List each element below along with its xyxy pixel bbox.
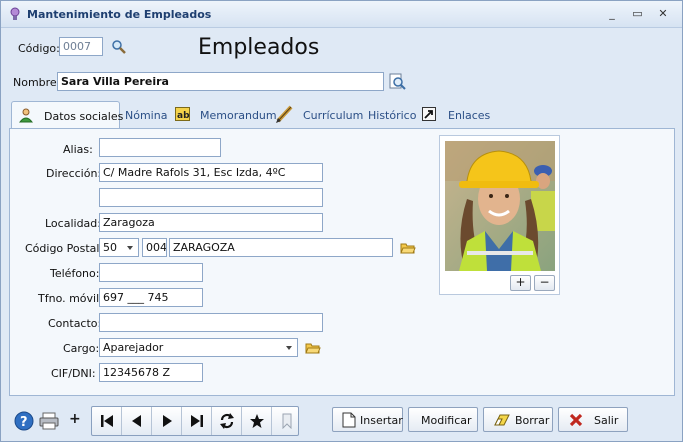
nombre-input[interactable]: Sara Villa Pereira: [57, 72, 384, 91]
page-title: Empleados: [198, 35, 320, 60]
photo-frame: + −: [439, 135, 560, 295]
person-icon: [19, 108, 33, 123]
provincia-select[interactable]: 50: [99, 238, 139, 257]
tab-label: Enlaces: [448, 109, 491, 122]
movil-input[interactable]: 697 ___ 745: [99, 288, 203, 307]
folder-icon[interactable]: [400, 241, 416, 255]
window-title: Mantenimiento de Empleados: [27, 8, 212, 21]
movil-label: Tfno. móvil:: [38, 292, 103, 305]
folder-icon[interactable]: [305, 341, 321, 355]
add-button[interactable]: +: [69, 411, 81, 427]
codigo-input[interactable]: 0007: [59, 37, 103, 56]
previous-record-button[interactable]: [122, 407, 152, 435]
poblacion-input[interactable]: ZARAGOZA: [169, 238, 393, 257]
minimize-button[interactable]: _: [601, 6, 623, 22]
direccion-label: Dirección:: [46, 167, 102, 180]
last-icon: [191, 415, 203, 427]
tab-label: Currículum: [303, 109, 364, 122]
bookmark-button[interactable]: [272, 407, 299, 435]
alias-label: Alias:: [63, 143, 93, 156]
tab-datos-sociales[interactable]: Datos sociales: [11, 101, 124, 129]
refresh-button[interactable]: [212, 407, 242, 435]
next-icon: [163, 415, 172, 427]
search-document-icon[interactable]: [389, 73, 407, 91]
window-controls: _ ▭ ✕: [601, 6, 674, 22]
close-button[interactable]: ✕: [652, 6, 674, 22]
first-icon: [101, 415, 113, 427]
cif-label: CIF/DNI:: [51, 367, 96, 380]
direccion-input[interactable]: C/ Madre Rafols 31, Esc Izda, 4ºC: [99, 163, 323, 182]
help-icon[interactable]: ?: [14, 411, 34, 431]
new-document-icon: [342, 412, 356, 428]
refresh-icon: [220, 413, 234, 429]
direccion2-input[interactable]: [99, 188, 323, 207]
search-icon[interactable]: [111, 39, 127, 55]
contacto-label: Contacto:: [48, 317, 102, 330]
telefono-label: Teléfono:: [50, 267, 100, 280]
star-icon: [250, 414, 264, 428]
eraser-icon: [494, 414, 510, 426]
tab-nomina[interactable]: Nómina: [125, 101, 175, 129]
tab-memorandum[interactable]: ab Memorandum: [175, 101, 277, 129]
ab-text-icon: ab: [175, 107, 190, 121]
svg-text:?: ?: [20, 415, 28, 430]
tab-bar: Datos sociales Nómina ab Memorandum Curr…: [9, 101, 675, 129]
tab-label: Memorandum: [200, 109, 277, 122]
tab-label: Datos sociales: [44, 110, 124, 123]
cargo-label: Cargo:: [63, 342, 100, 355]
employee-photo: [445, 141, 555, 271]
last-record-button[interactable]: [182, 407, 212, 435]
add-photo-button[interactable]: +: [510, 275, 531, 291]
alias-input[interactable]: [99, 138, 221, 157]
tab-curriculum[interactable]: Currículum: [275, 101, 365, 129]
modify-label: Modificar: [421, 414, 472, 427]
tab-label: Nómina: [125, 109, 168, 122]
printer-icon[interactable]: [39, 412, 59, 430]
bottom-toolbar: ? + Insertar Modificar Borrar Salir: [1, 401, 682, 441]
exit-label: Salir: [594, 414, 619, 427]
provincia-value: 50: [103, 241, 117, 254]
app-icon: [10, 7, 20, 20]
localidad-input[interactable]: Zaragoza: [99, 213, 323, 232]
cp-input[interactable]: 004: [142, 238, 167, 257]
remove-photo-button[interactable]: −: [534, 275, 555, 291]
title-bar: Mantenimiento de Empleados _ ▭ ✕: [1, 1, 682, 28]
insert-button[interactable]: Insertar: [332, 407, 403, 432]
first-record-button[interactable]: [92, 407, 122, 435]
close-icon: [569, 413, 583, 427]
telefono-input[interactable]: [99, 263, 203, 282]
previous-icon: [132, 415, 141, 427]
exit-button[interactable]: Salir: [558, 407, 628, 432]
cargo-value: Aparejador: [103, 341, 164, 354]
favorite-button[interactable]: [242, 407, 272, 435]
codigo-postal-label: Código Postal:: [25, 242, 104, 255]
chevron-down-icon: [127, 246, 133, 250]
next-record-button[interactable]: [152, 407, 182, 435]
chevron-down-icon: [286, 346, 292, 350]
pen-icon: [276, 105, 293, 123]
bookmark-icon: [282, 413, 292, 429]
employee-window: Mantenimiento de Empleados _ ▭ ✕ Código:…: [0, 0, 683, 442]
tab-label: Histórico: [368, 109, 417, 122]
delete-button[interactable]: Borrar: [483, 407, 553, 432]
codigo-label: Código:: [18, 42, 60, 55]
maximize-button[interactable]: ▭: [627, 6, 649, 22]
tab-historico[interactable]: Histórico: [368, 101, 418, 129]
cargo-select[interactable]: Aparejador: [99, 338, 298, 357]
insert-label: Insertar: [360, 414, 403, 427]
nombre-label: Nombre:: [13, 76, 61, 89]
modify-button[interactable]: Modificar: [408, 407, 478, 432]
shortcut-icon: [422, 107, 436, 121]
cif-input[interactable]: 12345678 Z: [99, 363, 203, 382]
contacto-input[interactable]: [99, 313, 323, 332]
svg-text:ab: ab: [177, 111, 190, 121]
delete-label: Borrar: [515, 414, 550, 427]
record-navigator: [91, 406, 299, 436]
localidad-label: Localidad:: [45, 217, 101, 230]
tab-enlaces[interactable]: Enlaces: [422, 101, 502, 129]
